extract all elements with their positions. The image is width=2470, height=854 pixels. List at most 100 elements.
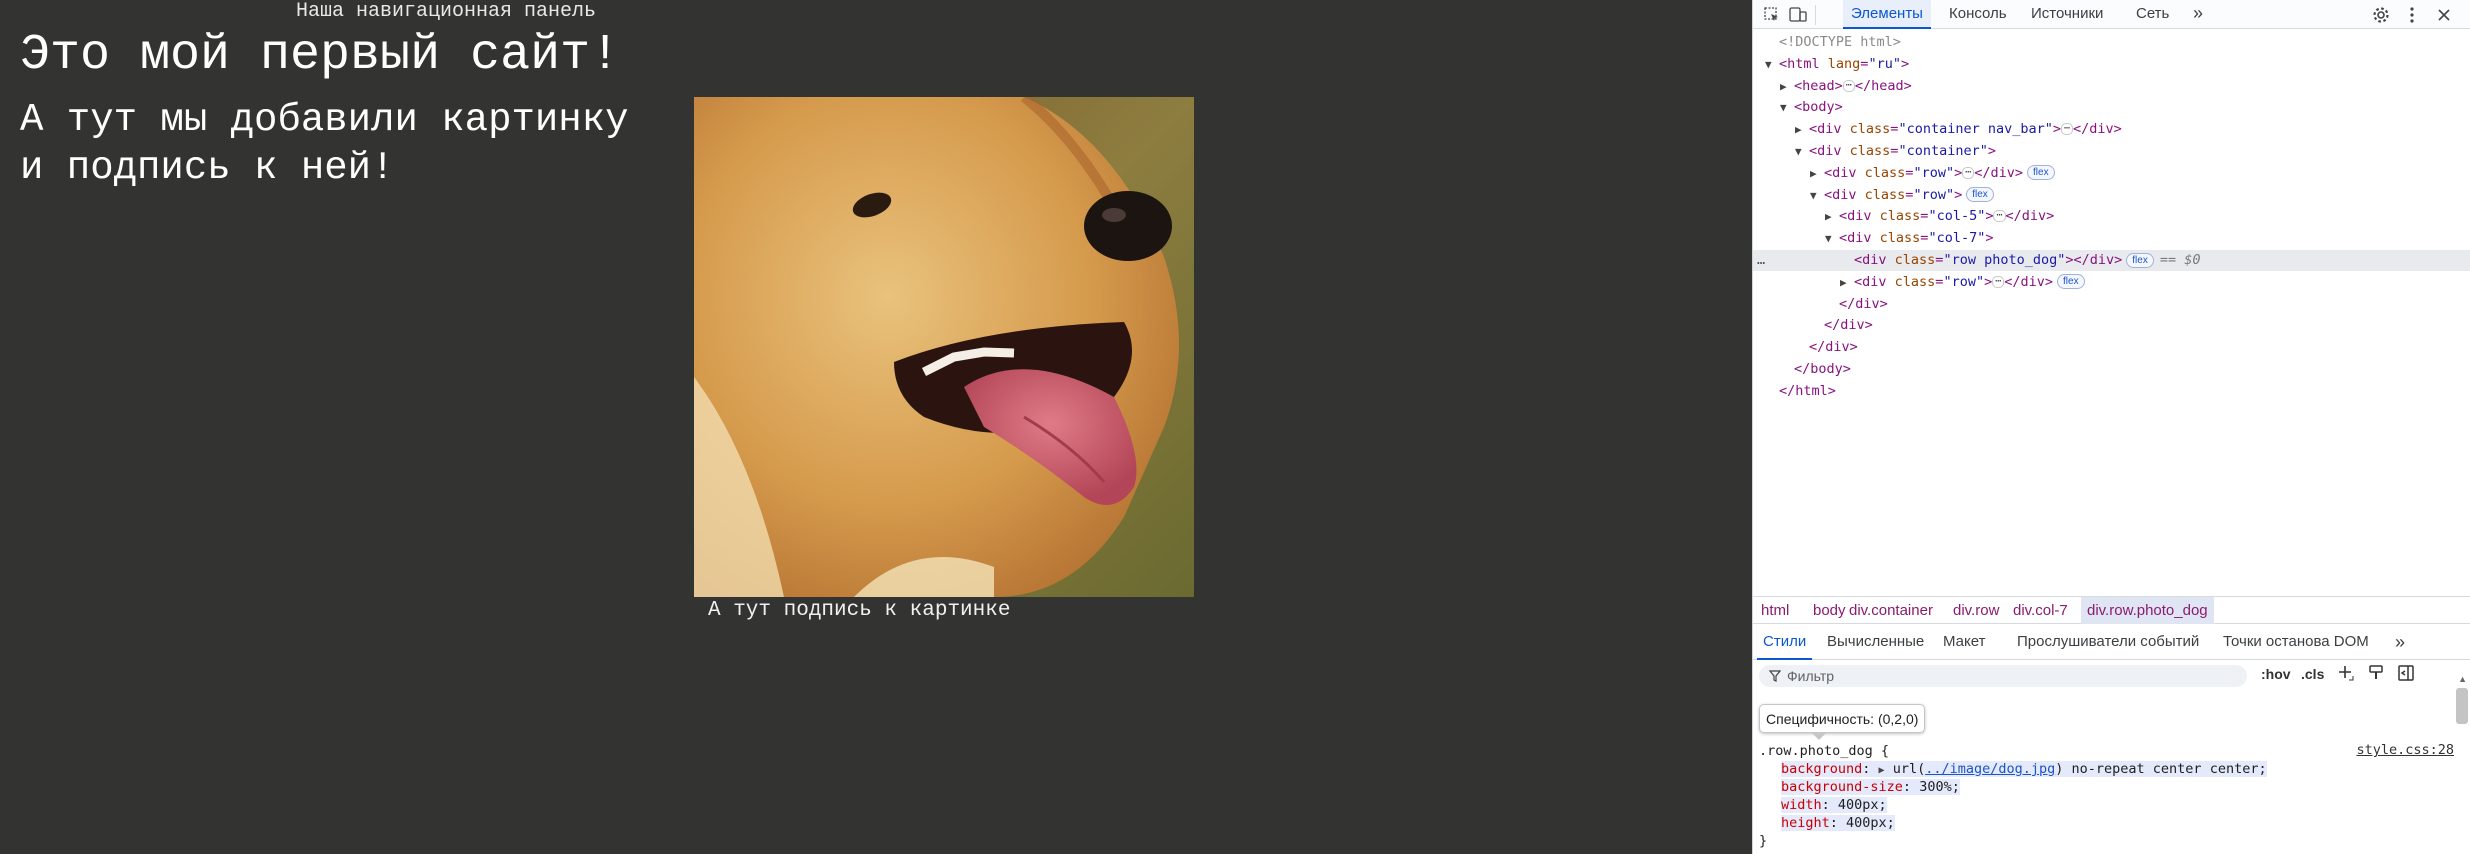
dom-tree: <!DOCTYPE html> ▼ <html lang="ru"> ▶ <head> ⋯… [1753, 32, 2470, 592]
dom-node-line[interactable]: ▶ <head> ⋯ </head> [1753, 76, 2470, 97]
hov-toggle[interactable]: :hov [2261, 666, 2291, 682]
dom-node-line[interactable]: ▶ <div class="col-5"> ⋯ </div> [1753, 206, 2470, 227]
rule-close: } [1759, 833, 1768, 849]
dog-photo [694, 97, 1194, 597]
rule-background-line[interactable]: background: ▶ url(../image/dog.jpg) no-r… [1759, 760, 2459, 778]
dom-node-line[interactable]: ▼ <div class="container"> [1753, 141, 2470, 162]
expand-triangle-icon[interactable]: ▼ [1765, 54, 1779, 75]
device-toolbar-icon[interactable] [1787, 4, 1809, 26]
scroll-up-arrow-icon[interactable]: ▲ [2458, 674, 2467, 684]
subtab-item[interactable]: Вычисленные [1821, 626, 1930, 660]
prop-height[interactable]: height [1781, 815, 1830, 831]
filter-placeholder: Фильтр [1787, 668, 1835, 684]
sidebar-toggle-icon[interactable] [2397, 664, 2415, 685]
page-subheading-line2: и подпись к ней! [20, 146, 395, 190]
page-heading: Это мой первый сайт! [20, 27, 621, 84]
filter-icon [1769, 670, 1781, 682]
expand-triangle-icon[interactable]: ▼ [1810, 185, 1824, 206]
subtab-item[interactable]: Стили [1757, 626, 1813, 660]
val-height[interactable]: 400px; [1846, 815, 1895, 831]
node-actions-ellipsis[interactable]: … [1757, 250, 1765, 271]
close-icon[interactable] [2433, 4, 2455, 26]
rule-bgsize-line[interactable]: background-size: 300%; [1759, 778, 2459, 796]
collapsed-ellipsis[interactable]: ⋯ [2061, 123, 2074, 136]
dom-node-line[interactable]: </div> [1753, 294, 2470, 315]
prop-width[interactable]: width [1781, 797, 1822, 813]
breadcrumb-item[interactable]: div.col-7 [2007, 597, 2074, 624]
dom-node-line[interactable]: </div> [1753, 315, 2470, 336]
dom-node-line[interactable]: ▼ <div class="row"> flex [1753, 185, 2470, 206]
breadcrumb: html body div.container div.row div.col-7 div… [1753, 596, 2470, 624]
settings-gear-icon[interactable] [2370, 4, 2392, 26]
val-width[interactable]: 400px; [1838, 797, 1887, 813]
flex-badge[interactable]: flex [2126, 252, 2154, 268]
dom-node-line[interactable]: ▼ <body> [1753, 97, 2470, 118]
subtab-item[interactable]: Прослушиватели событий [2011, 626, 2205, 660]
dom-node-line[interactable]: </body> [1753, 359, 2470, 380]
expand-triangle-icon[interactable]: ▶ [1840, 272, 1854, 293]
page-subheading-line1: А тут мы добавили картинку [20, 98, 629, 142]
rule-height-line[interactable]: height: 400px; [1759, 814, 2459, 832]
flex-badge[interactable]: flex [2027, 165, 2055, 181]
inspect-element-icon[interactable] [1761, 4, 1783, 26]
new-rule-icon[interactable] [2337, 664, 2355, 685]
styles-filter-row: Фильтр :hov .cls [1753, 661, 2470, 691]
styles-subtabs: Стили Вычисленные Макет Прослушиватели собы… [1753, 626, 2470, 660]
expand-triangle-icon[interactable]: ▼ [1780, 97, 1794, 118]
expand-triangle-icon[interactable]: ▶ [1795, 119, 1809, 140]
paint-brush-icon[interactable] [2367, 664, 2385, 685]
expand-triangle-icon[interactable]: ▶ [1780, 76, 1794, 97]
background-url-link[interactable]: ../image/dog.jpg [1925, 761, 2055, 777]
prop-background-size[interactable]: background-size [1781, 779, 1903, 795]
val-background-size[interactable]: 300%; [1919, 779, 1960, 795]
rule-selector[interactable]: .row.photo_dog { [1759, 742, 2459, 760]
tabbar-divider [1815, 5, 1816, 25]
subtab-item[interactable]: Точки останова DOM [2217, 626, 2375, 660]
collapsed-ellipsis[interactable]: ⋯ [1993, 210, 2006, 223]
prop-background[interactable]: background [1781, 761, 1862, 777]
flex-badge[interactable]: flex [1966, 187, 1994, 203]
expand-triangle-icon[interactable]: ▶ [1810, 163, 1824, 184]
dom-node-line[interactable]: <div class="row photo_dog"></div> flex == … [1753, 250, 2470, 271]
subtab-item[interactable]: Макет [1937, 626, 1991, 660]
nav-bar-text[interactable]: Наша навигационная панель [296, 0, 596, 23]
dom-node-line[interactable]: ▶ <div class="row"> ⋯ </div> flex [1753, 163, 2470, 184]
expand-triangle-icon[interactable]: ▶ [1879, 765, 1885, 776]
breadcrumb-item[interactable]: div.container [1843, 597, 1939, 624]
dom-node-line[interactable]: </div> [1753, 337, 2470, 358]
styles-filter-input[interactable]: Фильтр [1759, 665, 2247, 687]
collapsed-ellipsis[interactable]: ⋯ [1962, 166, 1975, 179]
more-subtabs-button[interactable]: » [2389, 626, 2411, 660]
collapsed-ellipsis[interactable]: ⋯ [1992, 275, 2005, 288]
more-tabs-button[interactable]: » [2185, 0, 2211, 29]
css-rule: .row.photo_dog { background: ▶ url(../im… [1759, 742, 2459, 850]
styles-scrollbar[interactable] [2456, 688, 2468, 724]
tab-console[interactable]: Консоль [1941, 0, 2015, 29]
dog-photo-image [694, 97, 1194, 597]
rule-source-link[interactable]: style.css:28 [2356, 742, 2454, 758]
collapsed-ellipsis[interactable]: ⋯ [1842, 79, 1855, 92]
dom-node-line[interactable]: </html> [1753, 381, 2470, 402]
kebab-menu-icon[interactable] [2401, 4, 2423, 26]
dom-node-line[interactable]: ▶ <div class="container nav_bar"> ⋯ </div> [1753, 119, 2470, 140]
breadcrumb-item[interactable]: div.row.photo_dog [2081, 597, 2214, 624]
tab-elements[interactable]: Элементы [1843, 0, 1931, 29]
dom-node-line[interactable]: ▼ <div class="col-7"> [1753, 228, 2470, 249]
dom-node-line[interactable]: ▼ <html lang="ru"> [1753, 54, 2470, 75]
photo-caption: А тут подпись к картинке [708, 599, 1011, 622]
page-viewport: Наша навигационная панель Это мой первый… [0, 0, 1752, 854]
dom-node-line[interactable]: ▶ <div class="row"> ⋯ </div> flex [1753, 272, 2470, 293]
devtools-panel: Элементы Консоль Источники Сеть » <!DOCT… [1752, 0, 2470, 854]
expand-triangle-icon[interactable]: ▼ [1795, 141, 1809, 162]
devtools-tabbar: Элементы Консоль Источники Сеть » [1753, 0, 2470, 29]
dom-node-line[interactable]: <!DOCTYPE html> [1753, 32, 2470, 53]
expand-triangle-icon[interactable]: ▼ [1825, 228, 1839, 249]
tab-network[interactable]: Сеть [2128, 0, 2177, 29]
expand-triangle-icon[interactable]: ▶ [1825, 206, 1839, 227]
rule-width-line[interactable]: width: 400px; [1759, 796, 2459, 814]
breadcrumb-item[interactable]: div.row [1947, 597, 2005, 624]
cls-toggle[interactable]: .cls [2301, 666, 2324, 682]
breadcrumb-item[interactable]: html [1755, 597, 1795, 624]
flex-badge[interactable]: flex [2057, 274, 2085, 290]
tab-sources[interactable]: Источники [2023, 0, 2111, 29]
